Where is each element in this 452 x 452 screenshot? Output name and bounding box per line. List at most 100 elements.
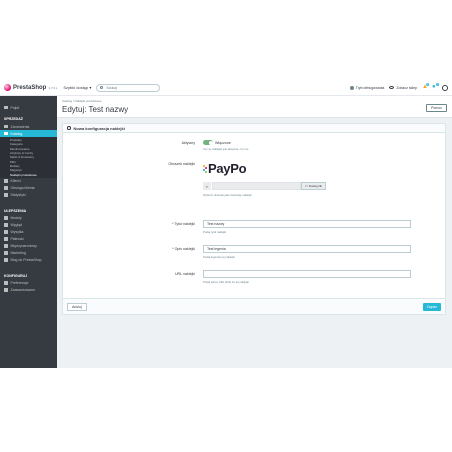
sidebar-item-marketing[interactable]: Marketing bbox=[0, 250, 57, 257]
cog-icon bbox=[67, 126, 71, 130]
customers-badge: 1 bbox=[435, 83, 439, 86]
sidebar-item-label: Pulpit bbox=[10, 105, 20, 110]
eye-icon bbox=[389, 86, 395, 89]
file-upload: ▪ ▭ Dodaj plik bbox=[203, 182, 326, 190]
sidebar-item-label: Preferencje bbox=[10, 281, 29, 286]
account-avatar[interactable] bbox=[442, 84, 448, 91]
orders-badge: 0 bbox=[425, 83, 429, 86]
truck-icon bbox=[4, 230, 8, 234]
sidebar-item-catalog[interactable]: Katalog bbox=[0, 130, 57, 137]
sidebar-item-label: Międzynarodowy bbox=[10, 244, 37, 249]
sidebar-item-payment[interactable]: Płatność bbox=[0, 236, 57, 243]
bug-icon bbox=[349, 85, 354, 90]
gear-icon bbox=[4, 281, 8, 285]
globe-icon bbox=[4, 244, 8, 248]
url-field[interactable] bbox=[203, 270, 411, 278]
image-control: PayPo ▪ ▭ Dodaj plik Wybierz obrazek jako… bbox=[203, 161, 326, 197]
puzzle-icon bbox=[4, 216, 8, 220]
customers-notification[interactable]: ● 1 bbox=[432, 83, 439, 90]
sidebar-section-improve: ULEPSZENIA bbox=[4, 208, 27, 213]
sticker-image-preview: PayPo bbox=[203, 161, 326, 176]
active-label: Aktywny bbox=[181, 141, 195, 145]
image-label: Obrazek naklejki bbox=[168, 162, 195, 166]
sticker-form-panel: Nowa konfiguracja naklejki Aktywny Włącz… bbox=[62, 123, 446, 315]
prestashop-logo-icon bbox=[4, 84, 11, 91]
add-file-button[interactable]: ▭ Dodaj plik bbox=[300, 182, 326, 190]
active-toggle[interactable]: Włączone bbox=[203, 140, 248, 145]
store-icon bbox=[4, 131, 8, 136]
megaphone-icon bbox=[4, 251, 8, 255]
paypo-logo-icon bbox=[203, 164, 207, 174]
view-store-label: Zobacz sklep bbox=[396, 85, 417, 90]
sidebar-item-blog[interactable]: Blog do PrestaShop bbox=[0, 257, 57, 264]
folder-icon: ▭ bbox=[304, 184, 308, 188]
sidebar-section-configure: KONFIGURUJ bbox=[4, 273, 28, 278]
page-title: Edytuj: Test nazwy bbox=[62, 105, 129, 114]
active-value: Włączone bbox=[215, 140, 231, 145]
active-hint: Czy ta naklejka jest aktywna, czy nie bbox=[203, 146, 249, 151]
sidebar-item-label: Klienci bbox=[10, 179, 21, 184]
description-field[interactable]: Test legenia bbox=[203, 245, 411, 253]
save-button[interactable]: Zapisz bbox=[422, 303, 441, 311]
brand-name: PrestaShop bbox=[13, 84, 47, 91]
brand-logo[interactable]: PrestaShop 1.7.6.x bbox=[4, 84, 57, 91]
catalog-submenu: Produkty Kategorie Monitorowanie Atrybut… bbox=[0, 137, 57, 178]
quick-access-menu[interactable]: Szybki dostęp ▾ bbox=[63, 85, 91, 90]
help-button[interactable]: Pomoc bbox=[426, 104, 447, 112]
name-hint: Podaj tytuł naklejki bbox=[203, 229, 227, 234]
search-box[interactable]: Szukaj bbox=[96, 83, 161, 92]
paypo-wordmark: PayPo bbox=[208, 161, 247, 176]
sidebar-item-modules[interactable]: Moduły bbox=[0, 215, 57, 222]
view-store-link[interactable]: Zobacz sklep bbox=[389, 86, 417, 90]
sidebar-item-label: Marketing bbox=[10, 251, 26, 256]
active-control: Włączone Czy ta naklejka jest aktywna, c… bbox=[203, 140, 248, 151]
name-field[interactable]: Test nazwy bbox=[203, 220, 411, 228]
name-control: Test nazwy Podaj tytuł naklejki bbox=[203, 220, 411, 234]
breadcrumb[interactable]: Katalog / Naklejki produktowe bbox=[62, 99, 447, 103]
sidebar-item-label: Statystyki bbox=[10, 193, 26, 198]
trending-icon bbox=[4, 105, 8, 110]
name-label: * Tytuł naklejki bbox=[172, 222, 195, 226]
image-hint: Wybierz obrazek jako ilustrację naklejki bbox=[203, 193, 252, 197]
sidebar-item-label: Płatność bbox=[10, 237, 24, 242]
description-control: Test legenia Podaj legendę tej naklejki bbox=[203, 245, 411, 259]
search-icon bbox=[100, 86, 104, 89]
url-hint: Podaj adres URL (link) do tej naklejki bbox=[203, 279, 249, 284]
sidebar-item-design[interactable]: Wygląd bbox=[0, 222, 57, 229]
sidebar-item-dashboard[interactable]: Pulpit bbox=[0, 104, 57, 111]
sidebar-item-settings[interactable]: Preferencje bbox=[0, 280, 57, 287]
sidebar-item-label: Zamówienia bbox=[10, 124, 30, 129]
file-name-field[interactable] bbox=[212, 182, 301, 190]
sidebar-item-label: Obsługa klienta bbox=[10, 186, 35, 191]
sidebar-item-label: Zaawansowane bbox=[10, 288, 36, 293]
url-control: Podaj adres URL (link) do tej naklejki bbox=[203, 270, 411, 284]
book-icon bbox=[4, 258, 8, 262]
sidebar-item-stats[interactable]: Statystyki bbox=[0, 192, 57, 199]
app-window: PrestaShop 1.7.6.x Szybki dostęp ▾ Szuka… bbox=[0, 80, 452, 368]
debug-mode-link[interactable]: Tryb debugowania bbox=[349, 85, 385, 90]
panel-title: Nowa konfiguracja naklejki bbox=[73, 125, 125, 131]
orders-notification[interactable]: ▲ 0 bbox=[422, 83, 429, 90]
url-label: URL naklejki bbox=[174, 272, 195, 276]
add-file-label: Dodaj plik bbox=[308, 184, 322, 188]
main-content: Katalog / Naklejki produktowe Edytuj: Te… bbox=[57, 96, 452, 368]
cancel-button[interactable]: Anuluj bbox=[67, 303, 87, 311]
sidebar-item-advanced[interactable]: Zaawansowane bbox=[0, 287, 57, 294]
bar-chart-icon bbox=[4, 193, 8, 197]
sidebar-item-international[interactable]: Międzynarodowy bbox=[0, 243, 57, 250]
settings-icon bbox=[4, 288, 8, 292]
sidebar-item-customers[interactable]: Klienci bbox=[0, 178, 57, 185]
submenu-product-stickers[interactable]: Naklejki produktowe bbox=[0, 172, 57, 177]
user-icon bbox=[4, 179, 8, 183]
sidebar-item-customer-service[interactable]: Obsługa klienta bbox=[0, 185, 57, 192]
sidebar-item-label: Blog do PrestaShop bbox=[10, 258, 42, 263]
sidebar-item-label: Wysyłka bbox=[10, 230, 24, 235]
sidebar-item-label: Katalog bbox=[10, 131, 23, 136]
inbox-icon bbox=[4, 124, 8, 129]
search-input[interactable]: Szukaj bbox=[106, 86, 117, 90]
debug-mode-label: Tryb debugowania bbox=[355, 85, 385, 90]
toggle-switch[interactable] bbox=[203, 140, 213, 145]
sidebar-item-shipping[interactable]: Wysyłka bbox=[0, 229, 57, 236]
sidebar-item-label: Moduły bbox=[10, 216, 22, 221]
sidebar-item-orders[interactable]: Zamówienia bbox=[0, 123, 57, 130]
